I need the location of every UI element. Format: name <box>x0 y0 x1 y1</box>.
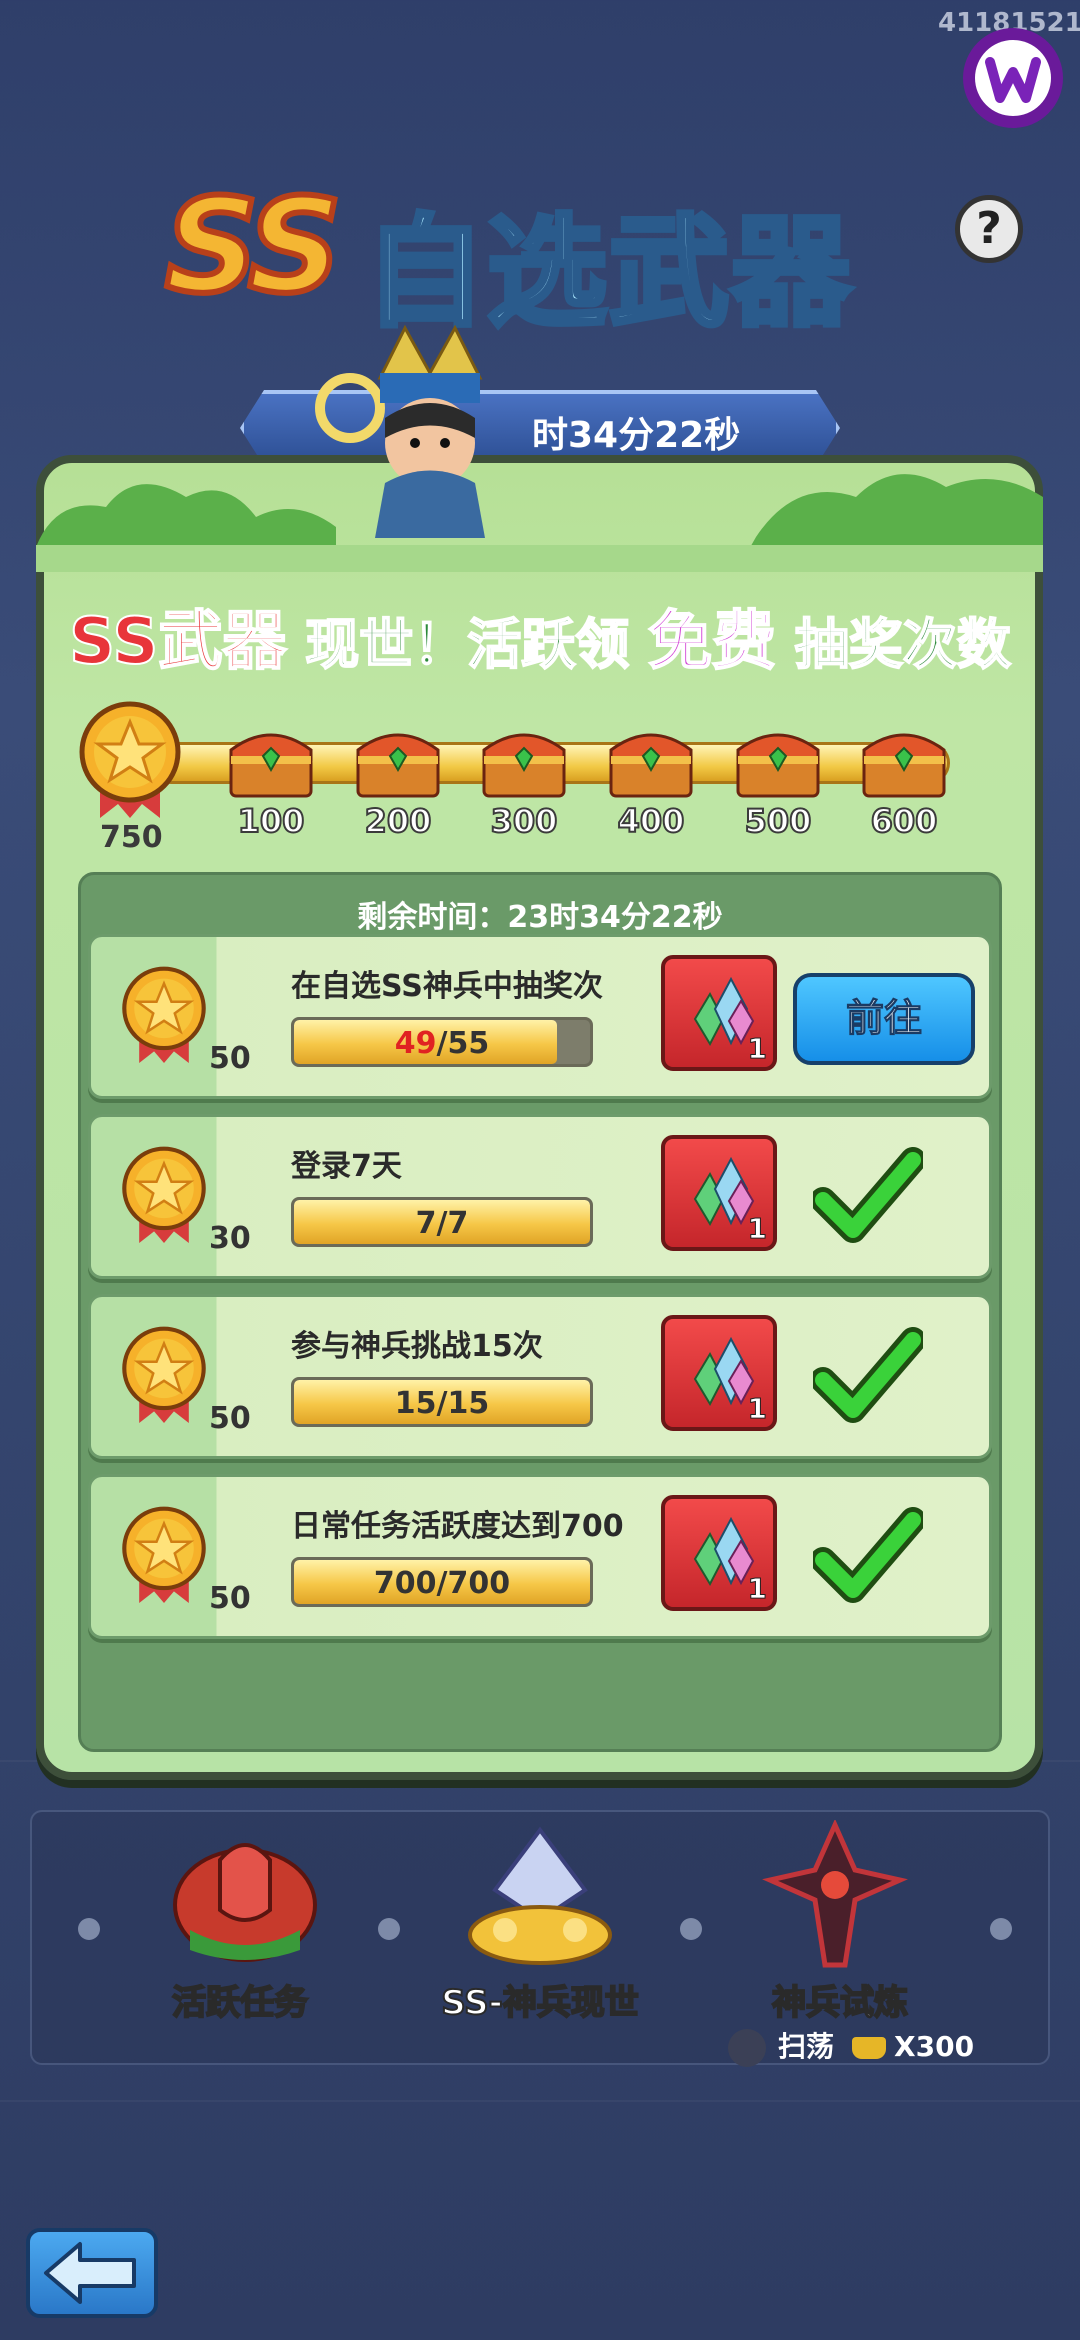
task-title: 在自选SS神兵中抽奖次 <box>291 969 603 1004</box>
milestone-label: 300 <box>490 801 559 841</box>
reward-crystal-box: 1 <box>661 955 777 1071</box>
task-progress-text: 15/15 <box>394 1386 490 1421</box>
dark-sword-icon[interactable] <box>750 1820 920 1970</box>
milestone-label: 100 <box>237 801 306 841</box>
task-title: 日常任务活跃度达到700 <box>291 1509 624 1544</box>
reward-crystal-box: 1 <box>661 1495 777 1611</box>
nav-label-ss-weapon[interactable]: SS-神兵现世 <box>390 1975 690 2024</box>
star-medal-icon <box>122 1146 206 1243</box>
sweep-cost-value: X300 <box>894 2030 975 2063</box>
task-row: 50 参与神兵挑战15次 15/15 1 <box>88 1294 992 1459</box>
task-progress-bar: 49/55 <box>291 1017 593 1067</box>
nav-dot <box>78 1918 100 1940</box>
star-medal-icon <box>79 701 181 818</box>
task-progress-bar: 700/700 <box>291 1557 593 1607</box>
gold-ingot-icon <box>852 2037 887 2059</box>
star-medal-icon <box>122 1326 206 1423</box>
check-icon <box>813 1147 923 1243</box>
rose-shield-icon[interactable] <box>160 1820 330 1970</box>
headline: SS武器 现世！活跃领 免费 抽奖次数 <box>0 590 1080 682</box>
timer-banner-text: 时34分22秒 <box>532 415 741 456</box>
headline-free: 免费 <box>647 604 777 680</box>
nav-dot <box>990 1918 1012 1940</box>
help-button[interactable]: ? <box>955 195 1023 263</box>
treasure-chest-icon[interactable] <box>225 720 317 802</box>
task-row: 30 登录7天 7/7 1 <box>88 1114 992 1279</box>
reward-quantity: 1 <box>747 1392 768 1426</box>
nav-dot <box>378 1918 400 1940</box>
task-points: 50 <box>209 1401 251 1436</box>
remaining-time: 剩余时间：23时34分22秒 <box>357 900 723 935</box>
task-row: 50 在自选SS神兵中抽奖次 49/55 1 前往 <box>88 934 992 1099</box>
page-title: SS 自选武器 <box>162 150 925 346</box>
task-title: 参与神兵挑战15次 <box>291 1329 543 1364</box>
task-progress-text: 7/7 <box>415 1206 469 1241</box>
back-arrow-icon <box>44 2242 136 2304</box>
star-medal-icon <box>122 966 206 1063</box>
milestone-label: 500 <box>744 801 813 841</box>
task-progress-current: 49 <box>394 1026 437 1061</box>
task-progress-bar: 15/15 <box>291 1377 593 1427</box>
task-points: 50 <box>209 1581 251 1616</box>
treasure-chest-icon[interactable] <box>478 720 570 802</box>
nav-label-active-tasks[interactable]: 活跃任务 <box>90 1975 390 2024</box>
reward-quantity: 1 <box>747 1572 768 1606</box>
treasure-chest-icon[interactable] <box>352 720 444 802</box>
title-ss: SS <box>162 167 345 325</box>
reward-quantity: 1 <box>747 1032 768 1066</box>
hero-character <box>315 324 485 538</box>
sweep-label: 扫荡 <box>778 2030 835 2063</box>
treasure-chest-icon[interactable] <box>858 720 950 802</box>
milestone-label: 200 <box>364 801 433 841</box>
reward-crystal-box: 1 <box>661 1315 777 1431</box>
current-activity-points: 750 <box>100 820 163 855</box>
milestone-label: 600 <box>870 801 939 841</box>
check-icon <box>813 1327 923 1423</box>
task-progress-text: 700/700 <box>373 1566 511 1601</box>
check-icon <box>813 1507 923 1603</box>
reward-crystal-box: 1 <box>661 1135 777 1251</box>
nav-dot <box>680 1918 702 1940</box>
headline-text-1: 现世！活跃领 <box>304 612 630 677</box>
milestone-label: 400 <box>617 801 686 841</box>
sweep-cost[interactable]: 扫荡 X300 <box>728 2025 974 2067</box>
star-medal-icon <box>122 1506 206 1603</box>
weapon-treasure-icon[interactable] <box>455 1820 625 1970</box>
go-button[interactable]: 前往 <box>793 973 975 1065</box>
back-button[interactable] <box>26 2228 158 2318</box>
task-progress-total: /55 <box>436 1026 490 1061</box>
task-row: 50 日常任务活跃度达到700 700/700 1 <box>88 1474 992 1639</box>
treasure-chest-icon[interactable] <box>732 720 824 802</box>
headline-text-2: 抽奖次数 <box>794 612 1012 677</box>
w-logo-icon <box>963 28 1063 128</box>
task-progress-bar: 7/7 <box>291 1197 593 1247</box>
headline-ss-weapon: SS武器 <box>68 604 287 680</box>
nav-label-weapon-trial[interactable]: 神兵试炼 <box>690 1975 990 2024</box>
task-progress-text: 49/55 <box>294 1026 590 1061</box>
treasure-chest-icon[interactable] <box>605 720 697 802</box>
sweep-icon <box>728 2029 766 2067</box>
task-points: 50 <box>209 1041 251 1076</box>
task-points: 30 <box>209 1221 251 1256</box>
task-title: 登录7天 <box>291 1149 402 1184</box>
reward-quantity: 1 <box>747 1212 768 1246</box>
